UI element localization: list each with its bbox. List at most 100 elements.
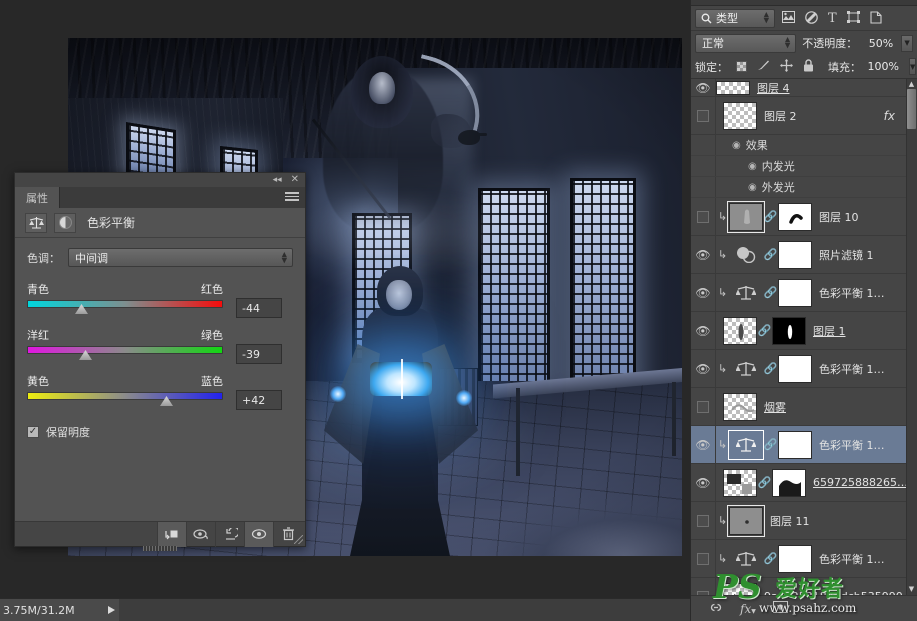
tab-properties[interactable]: 属性: [15, 187, 60, 208]
layer-mask-thumbnail[interactable]: [772, 469, 806, 497]
slider-value-magenta-green[interactable]: -39: [236, 344, 282, 364]
layer-style-fx-icon[interactable]: fx▼: [740, 602, 756, 616]
mask-link-icon[interactable]: 🔗: [763, 286, 778, 299]
reset-button[interactable]: [215, 522, 244, 547]
layer-name[interactable]: 色彩平衡 1…: [819, 361, 885, 377]
add-layer-mask-icon[interactable]: [773, 601, 788, 616]
layer-name[interactable]: 色彩平衡 1…: [819, 551, 885, 567]
layer-name[interactable]: 色彩平衡 1…: [819, 437, 885, 453]
layer-thumbnail[interactable]: [723, 317, 757, 345]
layer-visibility-toggle[interactable]: 👁: [691, 274, 716, 311]
table-row[interactable]: 👁 ↳ 🔗 色彩平衡 1…: [691, 350, 917, 388]
color-balance-scales-icon[interactable]: [729, 279, 763, 307]
mask-link-icon[interactable]: 🔗: [757, 324, 772, 337]
layer-thumbnail[interactable]: [723, 469, 757, 497]
eye-icon[interactable]: ◉: [748, 161, 757, 172]
properties-panel[interactable]: ◂◂ ✕ 属性 色彩平衡: [14, 172, 306, 547]
slider-track-cyan-red[interactable]: [27, 298, 223, 314]
mask-circle-icon[interactable]: [54, 213, 76, 233]
filter-smartobject-icon[interactable]: [870, 11, 882, 26]
collapse-double-chevron-icon[interactable]: ◂◂: [273, 176, 282, 185]
layer-name[interactable]: 图层 10: [819, 209, 859, 225]
layer-name[interactable]: 659725888265…: [813, 476, 908, 489]
layer-thumbnail[interactable]: [729, 203, 763, 231]
view-previous-state-button[interactable]: [186, 522, 215, 547]
layer-thumbnail[interactable]: [723, 102, 757, 130]
slider-value-cyan-red[interactable]: -44: [236, 298, 282, 318]
layer-thumbnail[interactable]: [723, 583, 757, 596]
layer-visibility-toggle[interactable]: [691, 198, 716, 235]
layer-name[interactable]: 图层 2: [764, 108, 797, 124]
mask-link-icon[interactable]: 🔗: [763, 362, 778, 375]
layer-visibility-toggle[interactable]: [691, 578, 716, 595]
lock-image-pixels-icon[interactable]: [757, 59, 770, 74]
layer-name[interactable]: 照片滤镜 1: [819, 247, 874, 263]
lock-position-icon[interactable]: [780, 59, 793, 75]
resize-grip[interactable]: [294, 535, 303, 544]
mask-link-icon[interactable]: 🔗: [763, 210, 778, 223]
layer-visibility-toggle[interactable]: [691, 540, 716, 577]
scroll-down-arrow-icon[interactable]: ▼: [907, 585, 916, 594]
layer-mask-thumbnail[interactable]: [778, 279, 812, 307]
table-row[interactable]: ↳ 🔗 色彩平衡 1…: [691, 540, 917, 578]
status-menu-arrow-icon[interactable]: [103, 599, 119, 621]
opacity-value[interactable]: 50%: [863, 37, 895, 50]
table-row[interactable]: 👁 🔗 图层 1: [691, 312, 917, 350]
table-row[interactable]: ↳ 🔗 图层 10: [691, 198, 917, 236]
layers-scrollbar[interactable]: ▲ ▼: [906, 79, 917, 595]
layer-visibility-toggle[interactable]: 👁: [691, 350, 716, 387]
toggle-visibility-button[interactable]: [244, 522, 273, 547]
link-layers-icon[interactable]: [709, 602, 723, 616]
layer-name[interactable]: 9a482531840dcb535990…: [764, 590, 914, 595]
layer-name[interactable]: 图层 4: [757, 80, 790, 96]
lock-transparent-pixels-icon[interactable]: [736, 61, 747, 72]
layer-filter-kind-select[interactable]: 类型 ▲▼: [695, 9, 775, 28]
layer-visibility-toggle[interactable]: 👁: [691, 79, 716, 96]
panel-menu-icon[interactable]: [285, 192, 299, 203]
clip-to-layer-button[interactable]: [157, 522, 186, 547]
eye-icon[interactable]: ◉: [748, 182, 757, 193]
layer-list[interactable]: 👁 图层 4 图层 2 fx ◉ 效果: [691, 79, 917, 595]
layer-effect-item[interactable]: ◉ 外发光: [691, 177, 917, 198]
layer-thumbnail[interactable]: [716, 81, 750, 95]
layer-mask-thumbnail[interactable]: [772, 317, 806, 345]
fill-value[interactable]: 100%: [869, 60, 901, 73]
table-row[interactable]: 👁 图层 4: [691, 79, 917, 97]
layer-name[interactable]: 图层 1: [813, 323, 846, 339]
table-row[interactable]: ↳ 图层 11: [691, 502, 917, 540]
mask-link-icon[interactable]: 🔗: [757, 476, 772, 489]
layer-name[interactable]: 图层 11: [770, 513, 810, 529]
layer-visibility-toggle[interactable]: [691, 97, 716, 134]
table-row[interactable]: 👁 ↳ 🔗 照片滤镜 1: [691, 236, 917, 274]
photo-filter-icon[interactable]: [729, 241, 763, 269]
mask-link-icon[interactable]: 🔗: [763, 248, 778, 261]
eye-icon[interactable]: ◉: [732, 140, 741, 151]
layer-visibility-toggle[interactable]: 👁: [691, 236, 716, 273]
layer-visibility-toggle[interactable]: 👁: [691, 312, 716, 349]
filter-shape-icon[interactable]: [847, 11, 860, 25]
lock-all-icon[interactable]: [803, 59, 814, 75]
table-row[interactable]: 👁 ↳ 🔗 色彩平衡 1…: [691, 426, 917, 464]
blend-mode-select[interactable]: 正常 ▲▼: [695, 34, 796, 53]
layer-mask-thumbnail[interactable]: [778, 355, 812, 383]
layer-thumbnail[interactable]: [723, 393, 757, 421]
mask-link-icon[interactable]: 🔗: [763, 438, 778, 451]
properties-titlebar[interactable]: ◂◂ ✕: [15, 173, 305, 187]
layer-mask-thumbnail[interactable]: [778, 203, 812, 231]
color-balance-scales-icon[interactable]: [729, 355, 763, 383]
tone-select[interactable]: 中间调 ▲▼: [68, 248, 293, 267]
layer-mask-thumbnail[interactable]: [778, 431, 812, 459]
layer-visibility-toggle[interactable]: 👁: [691, 464, 716, 501]
layer-visibility-toggle[interactable]: 👁: [691, 426, 716, 463]
layer-mask-thumbnail[interactable]: [778, 545, 812, 573]
filter-pixel-icon[interactable]: [782, 11, 795, 25]
preserve-luminosity-checkbox[interactable]: ✓: [27, 426, 39, 438]
layer-visibility-toggle[interactable]: [691, 502, 716, 539]
preserve-luminosity-row[interactable]: ✓ 保留明度: [27, 424, 293, 440]
slider-track-magenta-green[interactable]: [27, 344, 223, 360]
table-row[interactable]: 👁 🔗 659725888265…: [691, 464, 917, 502]
scroll-up-arrow-icon[interactable]: ▲: [907, 80, 916, 89]
layer-effects-group[interactable]: ◉ 效果: [691, 135, 917, 156]
panel-drag-grip[interactable]: [143, 546, 177, 551]
layer-name[interactable]: 色彩平衡 1…: [819, 285, 885, 301]
